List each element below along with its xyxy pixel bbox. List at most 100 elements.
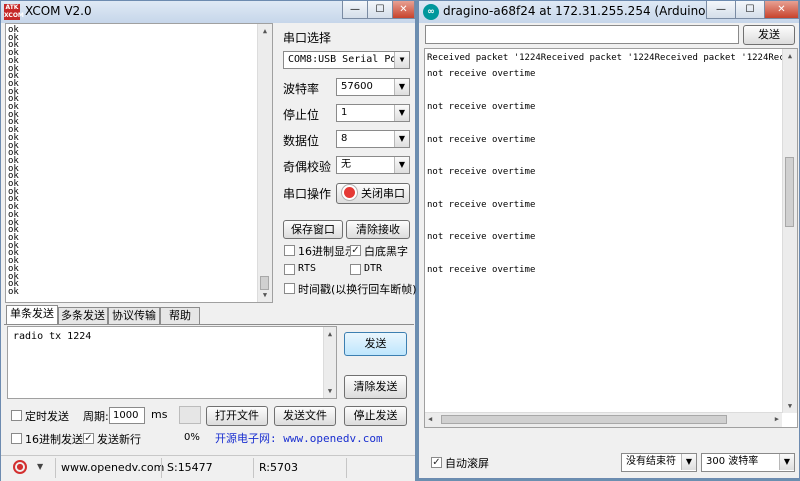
scroll-down-icon[interactable]: ▼ (258, 288, 272, 302)
tab-protocol[interactable]: 协议传输 (108, 307, 160, 324)
stop-bits-value: 1 (341, 107, 348, 118)
scroll-thumb[interactable] (785, 157, 794, 227)
scroll-up-icon[interactable]: ▲ (783, 49, 797, 63)
baud-select[interactable]: 57600 ▼ (336, 78, 410, 96)
scroll-left-icon[interactable]: ◀ (428, 413, 432, 426)
baud-label: 波特率 (283, 82, 320, 96)
port-select[interactable]: COM8:USB Serial Port ▼ (283, 51, 410, 69)
chevron-down-icon: ▼ (779, 454, 794, 470)
scroll-down-icon[interactable]: ▼ (783, 399, 797, 413)
serial-output-line: not receive overtime (427, 264, 536, 275)
minimize-button[interactable]: — (342, 1, 368, 19)
maximize-icon: ☐ (375, 4, 385, 15)
xcom-titlebar[interactable]: ATK XCOM XCOM V2.0 — ☐ ✕ (1, 1, 415, 23)
hex-display-checkbox[interactable] (284, 245, 295, 256)
send-file-button[interactable]: 发送文件 (274, 406, 336, 426)
checkmark-icon: ✓ (351, 245, 360, 256)
settings-gear-icon[interactable]: ● (13, 460, 27, 474)
parity-select[interactable]: 无 ▼ (336, 156, 410, 174)
send-file-label: 发送文件 (283, 409, 327, 422)
stop-bits-select[interactable]: 1 ▼ (336, 104, 410, 122)
scroll-down-icon[interactable]: ▼ (324, 384, 336, 398)
line-ending-select[interactable]: 没有结束符 ▼ (621, 453, 697, 472)
send-scrollbar[interactable]: ▲ ▼ (323, 327, 336, 398)
clear-send-label: 清除发送 (353, 380, 398, 393)
close-port-button[interactable]: 关闭串口 (336, 183, 410, 204)
autoscroll-label: 自动滚屏 (445, 457, 489, 470)
ms-label: ms (151, 408, 168, 421)
maximize-button[interactable]: ☐ (735, 1, 765, 19)
close-button[interactable]: ✕ (764, 1, 799, 19)
record-icon (342, 185, 357, 200)
period-label: 周期: (83, 410, 109, 423)
stop-bits-label: 停止位 (283, 108, 320, 122)
timestamp-label: 时间戳(以换行回车断帧) (298, 283, 417, 296)
rts-label: RTS (298, 263, 317, 274)
close-button[interactable]: ✕ (392, 1, 415, 19)
parity-label: 奇偶校验 (283, 160, 332, 174)
status-bar: ● ▼ www.openedv.com S:15477 R:5703 (1, 455, 415, 481)
port-select-label: 串口选择 (283, 31, 332, 45)
stop-send-button[interactable]: 停止发送 (344, 406, 407, 426)
tab-multi-send[interactable]: 多条发送 (58, 307, 108, 324)
maximize-icon: ☐ (745, 4, 755, 15)
timed-send-checkbox[interactable] (11, 410, 22, 421)
serial-output-line: not receive overtime (427, 167, 536, 178)
white-bg-checkbox[interactable]: ✓ (350, 245, 361, 256)
receive-line: ok (8, 286, 19, 297)
arduino-app-icon: ∞ (423, 4, 439, 20)
hex-send-label: 16进制发送 (25, 433, 83, 446)
timestamp-checkbox[interactable] (284, 283, 295, 294)
serial-baud-select[interactable]: 300 波特率 ▼ (701, 453, 795, 472)
clear-receive-button[interactable]: 清除接收 (346, 220, 410, 239)
receive-area[interactable]: ok ok ok ok ok ok ok ok ok ok ok ok ok ok ok ok ok ok ok ok… (5, 23, 273, 303)
serial-output[interactable]: Received packet '1224Received packet '12… (424, 48, 798, 428)
send-button[interactable]: 发送 (344, 332, 407, 356)
open-file-button[interactable]: 打开文件 (206, 406, 268, 426)
promo-link[interactable]: 开源电子网: www.openedv.com (215, 430, 383, 446)
arduino-title: dragino-a68f24 at 172.31.255.254 (Arduin… (443, 4, 736, 18)
timed-send-label: 定时发送 (25, 410, 69, 423)
send-newline-checkbox[interactable]: ✓ (83, 433, 94, 444)
chevron-down-icon[interactable]: ▼ (37, 462, 43, 471)
output-vscroll[interactable]: ▲ ▼ (782, 49, 797, 413)
maximize-button[interactable]: ☐ (367, 1, 393, 19)
hscroll-thumb[interactable] (441, 415, 727, 424)
close-icon: ✕ (399, 4, 408, 15)
arduino-titlebar[interactable]: ∞ dragino-a68f24 at 172.31.255.254 (Ardu… (419, 1, 799, 23)
port-op-label: 串口操作 (283, 187, 332, 201)
serial-send-button[interactable]: 发送 (743, 25, 795, 45)
send-newline-label: 发送新行 (97, 433, 141, 446)
tab-single-send[interactable]: 单条发送 (6, 305, 58, 324)
save-window-button[interactable]: 保存窗口 (283, 220, 343, 239)
data-bits-select[interactable]: 8 ▼ (336, 130, 410, 148)
hex-send-checkbox[interactable] (11, 433, 22, 444)
output-hscroll[interactable]: ◀ ▶ (425, 412, 782, 427)
serial-send-input[interactable] (425, 25, 739, 44)
clear-send-button[interactable]: 清除发送 (344, 375, 407, 399)
arduino-serial-monitor: ∞ dragino-a68f24 at 172.31.255.254 (Ardu… (418, 0, 800, 479)
chevron-down-icon: ▼ (394, 105, 409, 121)
scroll-up-icon[interactable]: ▲ (324, 327, 336, 341)
tab-help[interactable]: 帮助 (160, 307, 200, 324)
progress-percent: 0% (184, 432, 200, 443)
data-bits-value: 8 (341, 133, 348, 144)
serial-baud-value: 300 波特率 (706, 456, 759, 467)
dtr-checkbox[interactable] (350, 264, 361, 275)
chevron-down-icon: ▼ (394, 131, 409, 147)
status-url[interactable]: www.openedv.com (61, 461, 164, 474)
minimize-icon: — (716, 4, 726, 15)
chevron-down-icon: ▼ (394, 157, 409, 173)
hex-display-label: 16进制显示 (298, 245, 356, 258)
receive-scrollbar[interactable]: ▲ ▼ (257, 24, 272, 302)
white-bg-label: 白底黑字 (364, 245, 408, 258)
scroll-right-icon[interactable]: ▶ (775, 413, 779, 426)
rts-checkbox[interactable] (284, 264, 295, 275)
period-input[interactable]: 1000 (109, 407, 145, 424)
autoscroll-checkbox[interactable]: ✓ (431, 457, 442, 468)
clear-receive-label: 清除接收 (356, 223, 400, 236)
minimize-button[interactable]: — (706, 1, 736, 19)
close-icon: ✕ (777, 4, 786, 15)
scroll-up-icon[interactable]: ▲ (258, 24, 272, 38)
send-input[interactable]: radio tx 1224 ▲ ▼ (7, 326, 337, 399)
